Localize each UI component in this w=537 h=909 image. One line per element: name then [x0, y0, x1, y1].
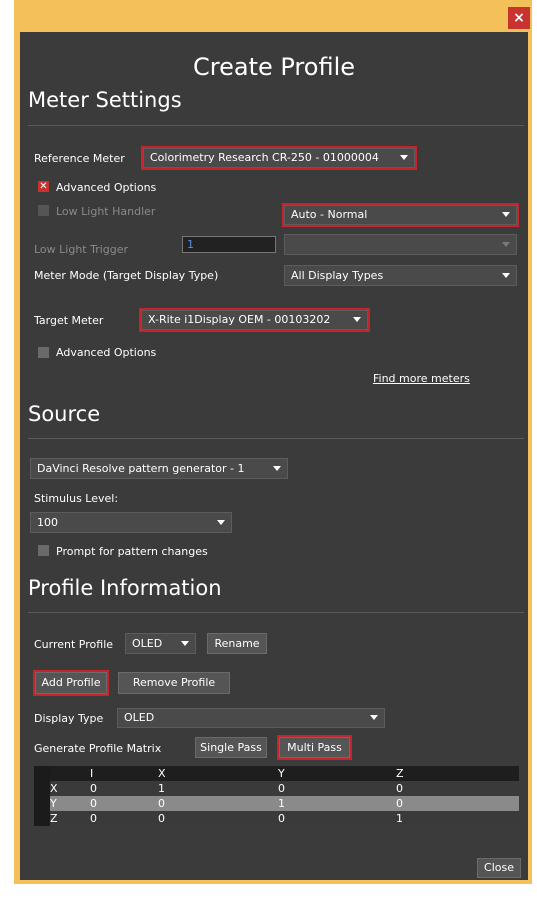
- current-profile-label: Current Profile: [34, 638, 114, 651]
- meter-mode-select[interactable]: All Display Types: [284, 265, 517, 286]
- cell-z: 0: [396, 781, 519, 796]
- dialog-title: Create Profile: [193, 53, 355, 81]
- column-header: X: [158, 766, 278, 781]
- display-type-select[interactable]: OLED: [117, 708, 385, 728]
- chevron-down-icon: [502, 212, 510, 217]
- chevron-down-icon: [502, 272, 510, 278]
- cell-z: 1: [396, 811, 519, 826]
- current-profile-select[interactable]: OLED: [125, 633, 196, 654]
- table-row[interactable]: X 0 1 0 0: [34, 781, 519, 796]
- low-light-handler-value: Auto - Normal: [291, 208, 368, 221]
- cell-y: 0: [278, 811, 396, 826]
- chevron-down-icon: [273, 465, 281, 471]
- current-profile-value: OLED: [132, 637, 163, 650]
- cell-z: 0: [396, 796, 519, 811]
- profile-information-heading: Profile Information: [28, 576, 222, 600]
- find-more-meters-link[interactable]: Find more meters: [373, 372, 470, 385]
- target-meter-label: Target Meter: [34, 314, 104, 327]
- row-stub: [34, 811, 50, 826]
- chevron-down-icon: [502, 241, 510, 247]
- low-light-handler-checkbox[interactable]: [38, 205, 49, 216]
- advanced-options-label: Advanced Options: [56, 181, 157, 194]
- meter-mode-label: Meter Mode (Target Display Type): [34, 269, 219, 282]
- table-row[interactable]: Y 0 0 1 0: [34, 796, 519, 811]
- row-stub: [34, 796, 50, 811]
- cell-y: 1: [278, 796, 396, 811]
- single-pass-button[interactable]: Single Pass: [195, 737, 267, 758]
- cell-x: 1: [158, 781, 278, 796]
- row-stub: [34, 781, 50, 796]
- chevron-down-icon: [400, 155, 408, 160]
- column-header: I: [90, 766, 158, 781]
- low-light-trigger-label: Low Light Trigger: [34, 243, 129, 256]
- table-header-row: I X Y Z: [34, 766, 519, 781]
- rename-button[interactable]: Rename: [207, 633, 267, 654]
- cell-x: 0: [158, 811, 278, 826]
- chevron-down-icon: [370, 715, 378, 720]
- stimulus-level-select[interactable]: 100: [30, 512, 232, 533]
- row-label: Y: [50, 796, 90, 811]
- cell-y: 0: [278, 781, 396, 796]
- target-meter-value: X-Rite i1Display OEM - 00103202: [148, 313, 331, 326]
- chevron-down-icon: [353, 317, 361, 322]
- pattern-generator-select[interactable]: DaVinci Resolve pattern generator - 1: [30, 458, 288, 479]
- prompt-pattern-changes-label: Prompt for pattern changes: [56, 545, 208, 558]
- add-profile-button[interactable]: Add Profile: [33, 670, 109, 696]
- section-divider: [28, 612, 524, 613]
- target-meter-select[interactable]: X-Rite i1Display OEM - 00103202: [139, 308, 370, 332]
- column-header: Y: [278, 766, 396, 781]
- cell-i: 0: [90, 796, 158, 811]
- column-header: [50, 766, 90, 781]
- chevron-down-icon: [181, 640, 189, 646]
- reference-meter-label: Reference Meter: [34, 152, 125, 165]
- column-header: Z: [396, 766, 519, 781]
- meter-settings-heading: Meter Settings: [28, 88, 182, 112]
- row-stub: [34, 766, 50, 781]
- low-light-handler-select[interactable]: Auto - Normal: [282, 203, 519, 227]
- source-heading: Source: [28, 402, 101, 426]
- section-divider: [28, 125, 524, 126]
- pattern-generator-value: DaVinci Resolve pattern generator - 1: [37, 462, 245, 475]
- profile-matrix-table: I X Y Z X 0 1 0 0 Y 0 0 1 0 Z 0 0 0 1: [34, 766, 519, 826]
- table-row[interactable]: Z 0 0 0 1: [34, 811, 519, 826]
- reference-meter-select[interactable]: Colorimetry Research CR-250 - 01000004: [141, 146, 417, 170]
- advanced-options-checkbox[interactable]: ✕: [38, 181, 49, 192]
- close-button[interactable]: Close: [477, 858, 521, 878]
- multi-pass-button[interactable]: Multi Pass: [277, 735, 352, 760]
- section-divider: [28, 438, 524, 439]
- display-type-label: Display Type: [34, 712, 104, 725]
- stimulus-level-value: 100: [37, 516, 58, 529]
- cell-x: 0: [158, 796, 278, 811]
- chevron-down-icon: [217, 519, 225, 525]
- low-light-trigger-input[interactable]: 1: [182, 236, 276, 253]
- row-label: Z: [50, 811, 90, 826]
- window-close-button[interactable]: ×: [508, 7, 530, 29]
- target-advanced-options-checkbox[interactable]: [38, 347, 49, 358]
- reference-meter-value: Colorimetry Research CR-250 - 01000004: [150, 151, 379, 164]
- display-type-value: OLED: [124, 711, 155, 724]
- generate-profile-matrix-label: Generate Profile Matrix: [34, 742, 162, 755]
- remove-profile-button[interactable]: Remove Profile: [118, 672, 230, 694]
- stimulus-level-label: Stimulus Level:: [34, 492, 119, 505]
- cell-i: 0: [90, 781, 158, 796]
- create-profile-dialog: Create Profile Meter Settings Reference …: [20, 32, 528, 880]
- cell-i: 0: [90, 811, 158, 826]
- prompt-pattern-changes-checkbox[interactable]: [38, 545, 49, 556]
- row-label: X: [50, 781, 90, 796]
- low-light-trigger-select[interactable]: [284, 234, 517, 255]
- target-advanced-options-label: Advanced Options: [56, 346, 157, 359]
- low-light-handler-label: Low Light Handler: [56, 205, 156, 218]
- meter-mode-value: All Display Types: [291, 269, 384, 282]
